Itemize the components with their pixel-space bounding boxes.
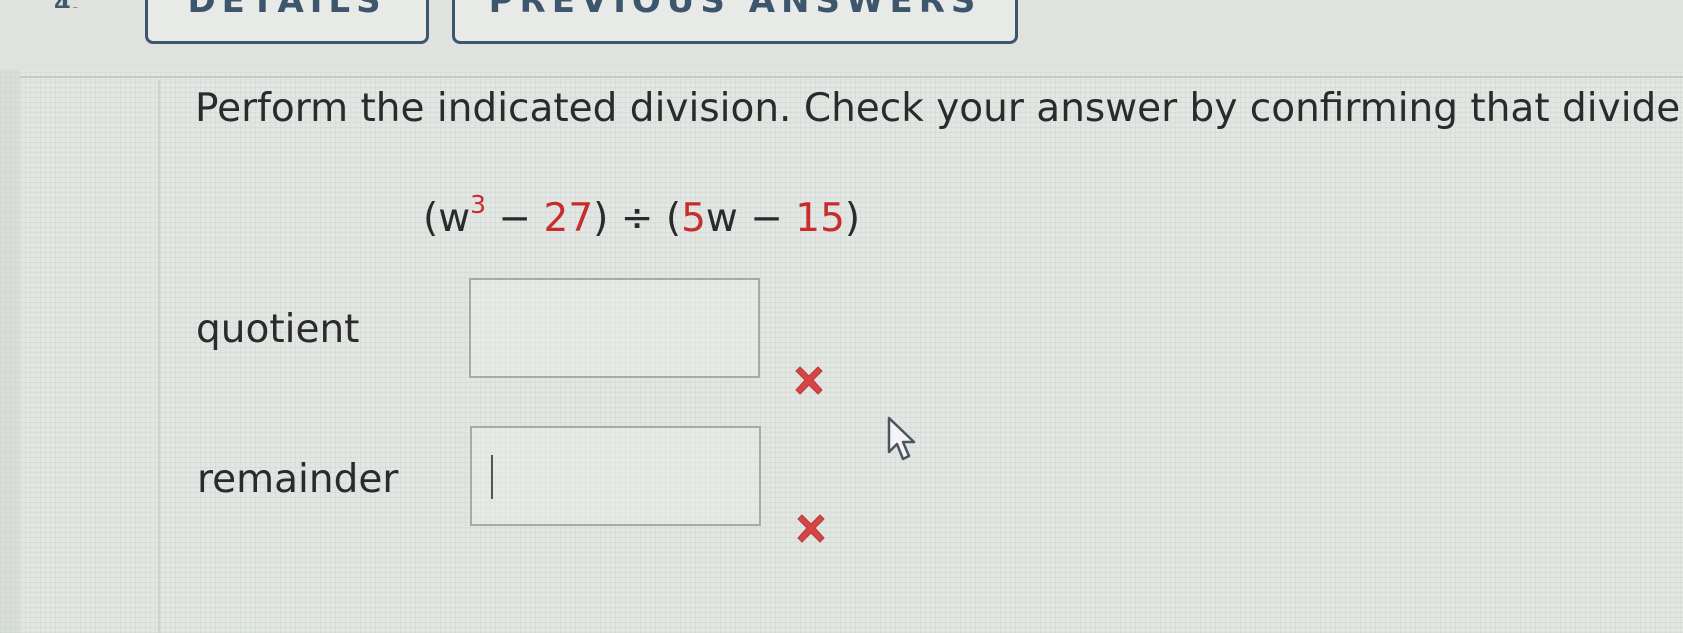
- equation-middle: ) ÷ (: [593, 196, 682, 241]
- red-x-icon: [795, 366, 823, 395]
- previous-answers-button-label: PREVIOUS ANSWERS: [488, 0, 982, 21]
- remainder-input[interactable]: [470, 426, 761, 526]
- red-x-icon: [797, 514, 825, 543]
- quotient-input[interactable]: [469, 278, 760, 378]
- remainder-label: remainder: [197, 457, 399, 502]
- details-button[interactable]: DETAILS: [145, 0, 429, 44]
- text-cursor: [491, 455, 493, 499]
- previous-answers-button[interactable]: PREVIOUS ANSWERS: [452, 0, 1018, 44]
- problem-instruction: Perform the indicated division. Check yo…: [195, 86, 1681, 131]
- question-panel: [158, 80, 1683, 633]
- details-button-label: DETAILS: [187, 0, 387, 21]
- equation-close: ): [844, 196, 861, 241]
- equation-exponent: 3: [470, 190, 487, 219]
- quotient-label: quotient: [196, 307, 360, 352]
- division-equation: (w3 − 27) ÷ (5w − 15): [423, 190, 861, 241]
- equation-minus-2: −: [737, 196, 796, 241]
- equation-open: (w: [423, 196, 471, 241]
- equation-term-15: 15: [795, 196, 845, 241]
- equation-term-27: 27: [543, 196, 594, 241]
- equation-term-5: 5: [681, 196, 706, 241]
- mouse-pointer-icon: [887, 416, 916, 461]
- header-divider: [20, 76, 1683, 78]
- equation-minus-1: −: [486, 196, 544, 241]
- equation-w: w: [705, 196, 738, 241]
- question-number: 4.: [54, 0, 94, 8]
- left-margin: [0, 0, 20, 633]
